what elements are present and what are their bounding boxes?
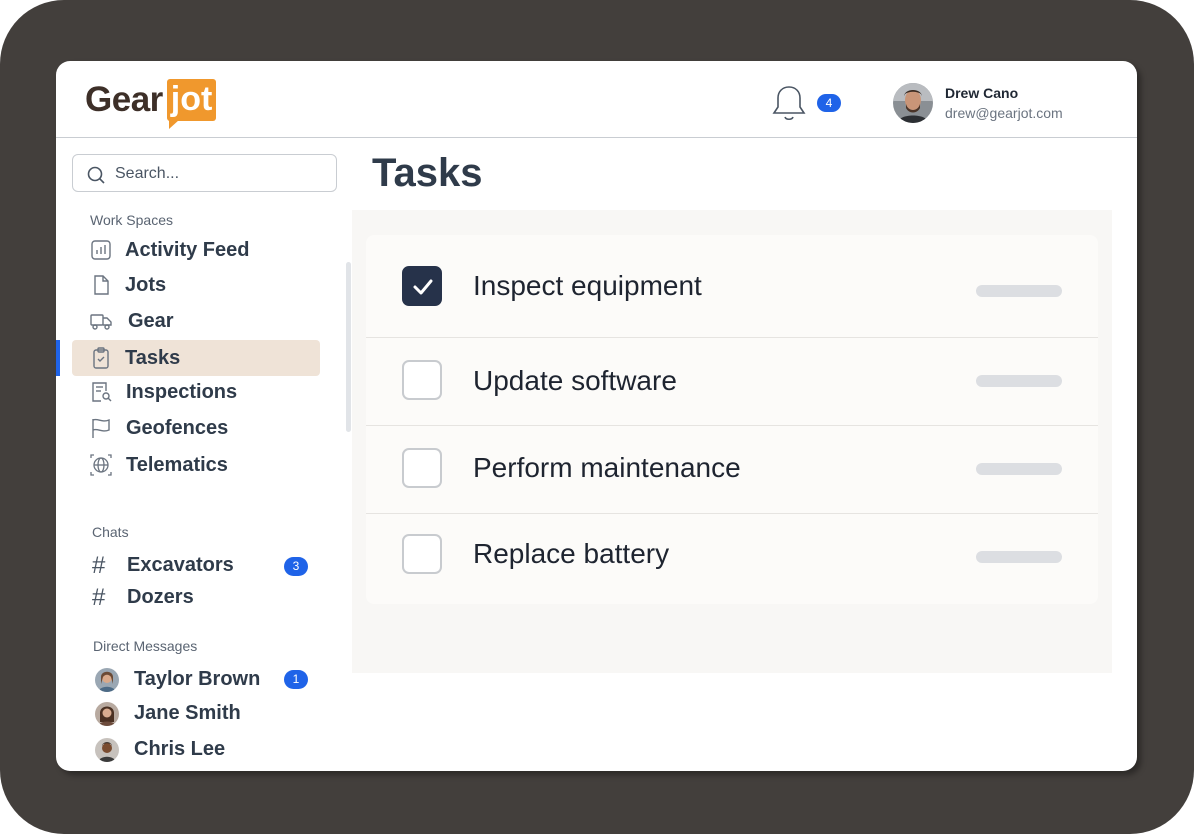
- task-list: Inspect equipment Update software Perfor…: [366, 235, 1098, 604]
- sidebar-item-activity-feed[interactable]: Activity Feed: [72, 233, 320, 267]
- active-indicator: [56, 340, 60, 376]
- task-panel: Inspect equipment Update software Perfor…: [352, 210, 1112, 673]
- sidebar-item-inspections[interactable]: Inspections: [72, 375, 320, 409]
- task-meta-placeholder: [976, 285, 1062, 297]
- gearjot-logo[interactable]: Gear jot: [85, 78, 217, 129]
- task-label: Update software: [473, 365, 677, 396]
- sidebar-item-telematics[interactable]: Telematics: [72, 448, 320, 482]
- dm-label: Taylor Brown: [134, 668, 261, 690]
- sidebar-scrollbar[interactable]: [346, 262, 351, 432]
- device-frame: Gear jot 4 Drew Cano drew@gearjot.com Se…: [0, 0, 1194, 834]
- notification-count-badge: 4: [817, 94, 841, 112]
- user-name: Drew Cano: [945, 85, 1019, 101]
- search-input[interactable]: [113, 163, 327, 185]
- task-checkbox[interactable]: [402, 534, 442, 574]
- sidebar-item-label: Inspections: [126, 381, 238, 403]
- avatar: [95, 702, 119, 726]
- inspection-icon: [92, 382, 112, 402]
- task-meta-placeholder: [976, 375, 1062, 387]
- check-icon: [413, 279, 433, 295]
- bell-icon[interactable]: [772, 84, 806, 122]
- search-icon: [87, 166, 105, 184]
- page-title: Tasks: [372, 151, 483, 195]
- sidebar-item-jots[interactable]: Jots: [72, 268, 320, 302]
- task-row[interactable]: Replace battery: [366, 514, 1098, 604]
- sidebar-item-label: Telematics: [126, 454, 228, 476]
- user-avatar[interactable]: [893, 83, 933, 123]
- document-icon: [94, 275, 109, 295]
- top-header: Gear jot 4 Drew Cano drew@gearjot.com: [56, 61, 1137, 138]
- hash-icon: #: [92, 552, 106, 579]
- direct-messages-heading: Direct Messages: [93, 638, 198, 654]
- logo-text-gear: Gear: [85, 80, 163, 119]
- task-row[interactable]: Update software: [366, 338, 1098, 426]
- flag-icon: [92, 418, 110, 438]
- sidebar-item-label: Gear: [128, 310, 174, 332]
- chats-heading: Chats: [92, 524, 129, 540]
- avatar: [95, 738, 119, 762]
- workspaces-heading: Work Spaces: [90, 212, 173, 228]
- sidebar-item-gear[interactable]: Gear: [72, 304, 320, 338]
- user-email: drew@gearjot.com: [945, 105, 1063, 121]
- task-meta-placeholder: [976, 463, 1062, 475]
- telematics-icon: [90, 454, 112, 476]
- sidebar-item-label: Tasks: [125, 347, 181, 369]
- sidebar-item-geofences[interactable]: Geofences: [72, 411, 320, 445]
- task-label: Inspect equipment: [473, 270, 702, 301]
- task-row[interactable]: Perform maintenance: [366, 426, 1098, 514]
- avatar: [95, 668, 119, 692]
- task-checkbox[interactable]: [402, 360, 442, 400]
- task-checkbox[interactable]: [402, 448, 442, 488]
- dm-label: Jane Smith: [134, 702, 241, 724]
- truck-icon: [90, 314, 112, 330]
- app-window: Gear jot 4 Drew Cano drew@gearjot.com Se…: [56, 61, 1137, 771]
- unread-count-badge: 3: [284, 557, 308, 576]
- task-row[interactable]: Inspect equipment: [366, 235, 1098, 338]
- sidebar-item-label: Geofences: [126, 417, 229, 439]
- logo-text-jot: jot: [166, 79, 217, 129]
- chat-label: Dozers: [127, 586, 194, 608]
- task-label: Perform maintenance: [473, 452, 741, 483]
- sidebar-item-tasks[interactable]: Tasks: [72, 340, 320, 376]
- sidebar-item-label: Activity Feed: [125, 239, 250, 261]
- clipboard-check-icon: [93, 347, 109, 369]
- search-box[interactable]: [72, 154, 337, 192]
- chat-label: Excavators: [127, 554, 234, 576]
- unread-count-badge: 1: [284, 670, 308, 689]
- sidebar-item-label: Jots: [125, 274, 167, 296]
- chart-icon: [91, 240, 111, 260]
- hash-icon: #: [92, 584, 106, 611]
- task-meta-placeholder: [976, 551, 1062, 563]
- task-label: Replace battery: [473, 538, 670, 569]
- task-checkbox-checked[interactable]: [402, 266, 442, 306]
- dm-label: Chris Lee: [134, 738, 226, 760]
